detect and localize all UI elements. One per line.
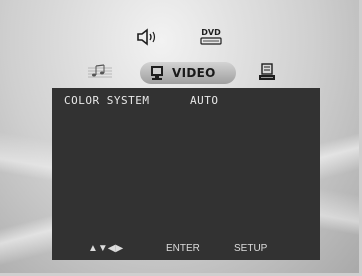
settings-panel: COLOR SYSTEM AUTO ▲▼◀▶ ENTER SETUP (52, 88, 320, 260)
video-tab[interactable]: VIDEO (140, 62, 236, 84)
dvd-setup-screen: DVD VIDEO COLOR SYSTEM AUTO ▲▼◀▶ ENTER S… (0, 0, 362, 276)
color-system-row[interactable]: COLOR SYSTEM AUTO (64, 94, 304, 108)
settings-icon[interactable] (256, 61, 278, 83)
speaker-icon[interactable] (134, 26, 158, 48)
dvd-logo-text: DVD (201, 28, 221, 37)
setting-value[interactable]: AUTO (190, 94, 219, 107)
panel-footer: ▲▼◀▶ ENTER SETUP (52, 238, 320, 260)
monitor-icon (148, 65, 166, 81)
setup-hint: SETUP (234, 243, 268, 254)
setting-name: COLOR SYSTEM (64, 94, 150, 107)
enter-hint: ENTER (166, 243, 200, 254)
navigation-arrows-icon: ▲▼◀▶ (88, 243, 124, 254)
video-tab-label: VIDEO (172, 66, 216, 80)
dvd-icon[interactable]: DVD (198, 26, 224, 48)
music-icon[interactable] (86, 62, 114, 82)
